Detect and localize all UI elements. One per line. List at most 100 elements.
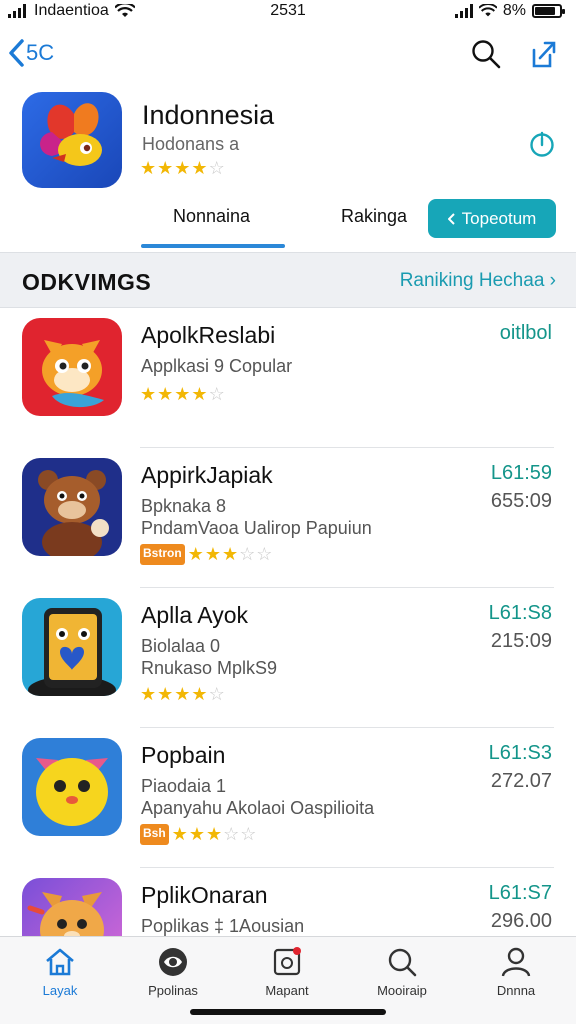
back-button[interactable]: 5C (8, 38, 54, 68)
cat-character-art (27, 892, 104, 936)
app-time-label: L61:59 (490, 462, 552, 484)
battery-icon (532, 4, 565, 18)
notification-icon (273, 947, 301, 976)
section-title: ODKVIMGS (22, 269, 152, 295)
star-filled-icon: ★ (187, 544, 204, 564)
list-item[interactable]: PplikOnaran Poplikas ‡ 1Aousian ★★★★☆ L6… (0, 868, 576, 936)
chevron-left-icon (9, 39, 24, 67)
app-rating-stars: Bsh ★ ★ ★ ☆ ☆ (140, 824, 256, 845)
app-size-label: 655:09 (490, 490, 552, 512)
app-badge: Bsh (140, 824, 169, 845)
info-icon[interactable] (528, 130, 556, 158)
tab-bar-item-mooiraip[interactable]: Mooiraip (352, 945, 452, 998)
app-icon-phone (22, 598, 122, 696)
app-icon-fox (22, 318, 122, 416)
tab-nonnaina[interactable]: Nonnaina (173, 206, 250, 227)
tab-bar-label: Dnnna (496, 983, 536, 998)
wifi-icon (114, 4, 135, 17)
search-icon (388, 948, 417, 977)
star-filled-icon: ★ (174, 684, 191, 704)
signal-icon (8, 4, 26, 18)
home-indicator (190, 1009, 386, 1015)
list-item[interactable]: AppirkJapiak Bpknaka 8 PndamVaoa Ualirop… (0, 448, 576, 588)
tab-bar-label: Mooiraip (377, 983, 427, 998)
app-rating-stars: ★ ★ ★ ★ ☆ (140, 684, 225, 705)
chevron-left-small-icon (447, 212, 455, 225)
nav-bar: 5C (0, 34, 576, 74)
star-empty-icon: ☆ (223, 824, 240, 844)
app-subtitle: Hodonans a (142, 134, 240, 154)
list-item[interactable]: ApolkReslabi Applkasi 9 Copular ★ ★ ★ ★ ☆ oi… (0, 308, 576, 448)
app-name: AppirkJapiak (141, 462, 273, 488)
tab-bar-label: Ppolinas (148, 983, 198, 998)
eye-icon (159, 948, 187, 976)
app-category: Piaodaia 1 (141, 776, 227, 796)
battery-level (535, 7, 555, 15)
tab-rakinga[interactable]: Rakinga (341, 206, 407, 227)
star-filled-icon: ★ (191, 384, 208, 404)
section-see-all-link[interactable]: Raniking Hechaa › (400, 270, 556, 292)
app-category: Biolalaa 0 (141, 636, 221, 656)
app-category: Applkasi 9 Copular (141, 356, 293, 376)
section-link-label: Raniking Hechaa (399, 270, 545, 291)
app-rating-stars: ★ ★ ★ ★ ☆ (140, 158, 225, 179)
app-icon-chick (22, 738, 122, 836)
chick-character-art (36, 758, 108, 826)
active-tab-indicator (141, 244, 285, 248)
star-filled-icon: ★ (157, 384, 174, 404)
star-empty-icon: ☆ (256, 544, 273, 564)
tab-bar-item-layak[interactable]: Layak (10, 945, 110, 998)
app-category: Poplikas ‡ 1Aousian (141, 916, 305, 936)
app-name: Popbain (141, 742, 226, 768)
star-empty-icon: ☆ (208, 684, 225, 704)
star-filled-icon: ★ (157, 158, 174, 178)
star-filled-icon: ★ (174, 384, 191, 404)
get-button-label: Topeotum (461, 208, 537, 228)
wifi-status-icon (478, 4, 497, 17)
app-time-label: L61:S7 (488, 882, 552, 904)
star-empty-icon: ☆ (240, 824, 257, 844)
app-header: Indonnesia Hodonans a ★ ★ ★ ★ ☆ (0, 92, 576, 192)
app-icon-cat (22, 878, 122, 936)
tab-bar-item-dnnna[interactable]: Dnnna (466, 945, 566, 998)
status-left: Indaentioa (8, 2, 135, 20)
star-filled-icon: ★ (191, 684, 208, 704)
bear-character-art (38, 470, 109, 556)
app-description: PndamVaoa Ualirop Papuiun (141, 518, 372, 538)
star-empty-icon: ☆ (239, 544, 256, 564)
app-name: ApolkReslabi (141, 322, 276, 348)
star-filled-icon: ★ (221, 544, 239, 564)
get-button[interactable]: Topeotum (428, 199, 556, 238)
star-filled-icon: ★ (140, 684, 157, 704)
list-item[interactable]: Popbain Piaodaia 1 Apanyahu Akolaoi Oasp… (0, 728, 576, 868)
app-size-label: 272.07 (490, 770, 552, 792)
tab-bar-item-mapant[interactable]: Mapant (237, 945, 337, 998)
person-icon (501, 947, 531, 977)
app-title: Indonnesia (142, 100, 275, 130)
app-logo-art (40, 103, 102, 166)
battery-percent: 8% (502, 2, 526, 19)
status-right: 8% (454, 2, 565, 20)
app-name: PplikOnaran (141, 882, 268, 908)
back-label: 5C (26, 40, 55, 65)
app-action-label[interactable]: oitlbol (500, 322, 552, 345)
star-filled-icon: ★ (188, 824, 205, 844)
tab-bar-item-ppolinas[interactable]: Ppolinas (123, 945, 223, 998)
list-item[interactable]: Aplla Ayok Biolalaa 0 Rnukaso MplkS9 ★ ★ ★… (0, 588, 576, 728)
tab-bar-label: Mapant (265, 983, 309, 998)
app-name: Aplla Ayok (141, 602, 248, 628)
share-icon[interactable] (526, 38, 558, 70)
star-filled-icon: ★ (174, 158, 191, 178)
app-description: Apanyahu Akolaoi Oaspilioita (141, 798, 375, 818)
app-list: ApolkReslabi Applkasi 9 Copular ★ ★ ★ ★ ☆ oi… (0, 308, 576, 936)
signal-bars-icon (454, 4, 473, 18)
app-time-label: L61:S3 (488, 742, 552, 764)
app-time-label: L61:S8 (488, 602, 552, 624)
star-empty-icon: ☆ (208, 158, 225, 178)
star-filled-icon: ★ (205, 824, 223, 844)
star-filled-icon: ★ (140, 384, 157, 404)
app-icon[interactable] (22, 92, 122, 188)
carrier-name: Indaentioa (34, 2, 109, 19)
app-badge: Bstron (140, 544, 185, 565)
search-icon[interactable] (470, 38, 502, 70)
